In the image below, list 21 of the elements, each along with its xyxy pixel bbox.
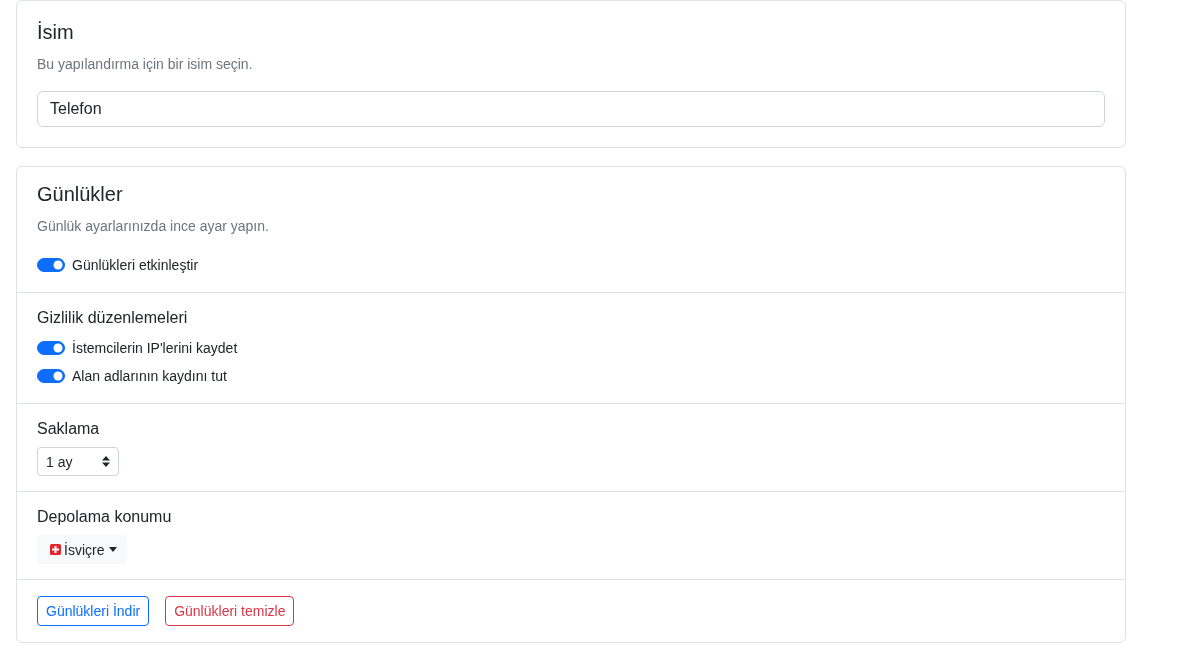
section-title: Depolama konumu [37, 507, 173, 527]
card-description: Bu yapılandırma için bir isim seçin. [37, 55, 254, 74]
switch-label: Günlükleri etkinleştir [72, 256, 199, 275]
switch-label: Alan adlarının kaydını tut [72, 367, 227, 386]
toggle-switch[interactable] [37, 341, 65, 355]
updown-arrows-icon [102, 456, 110, 467]
section-title: Saklama [37, 419, 101, 439]
flag-icon [50, 544, 61, 555]
toggle-switch[interactable] [37, 258, 65, 272]
section-title: Gizlilik düzenlemeleri [37, 308, 189, 328]
caret-down-icon [109, 547, 118, 552]
name-input-field[interactable]: Telefon [37, 91, 1105, 127]
card-title: İsim [37, 20, 75, 44]
toggle-switch[interactable] [37, 369, 65, 383]
card-description: Günlük ayarlarınızda ince ayar yapın. [37, 217, 270, 236]
switch-label: İstemcilerin IP'lerini kaydet [72, 339, 238, 358]
download-logs-button[interactable]: Günlükleri İndir [37, 596, 150, 626]
card-title: Günlükler [37, 182, 124, 206]
location-dropdown-button[interactable]: İsviçre [37, 535, 128, 564]
clear-logs-button[interactable]: Günlükleri temizle [165, 596, 295, 626]
retention-select[interactable]: 1 ay [37, 447, 119, 476]
